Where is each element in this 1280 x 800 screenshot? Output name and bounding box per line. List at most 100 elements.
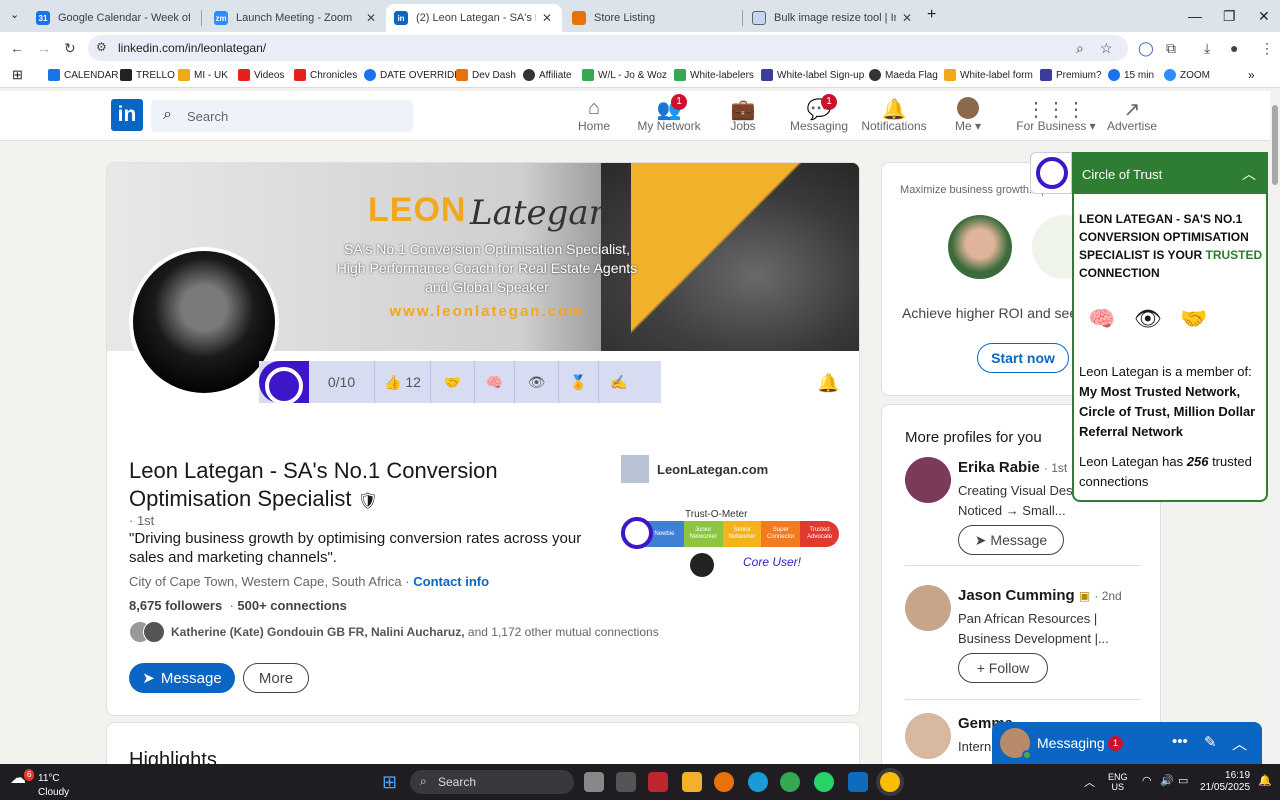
tab-search-icon[interactable]: ⌄ [10,8,19,21]
volume-icon[interactable]: 🔊 [1160,774,1174,787]
bookmark-calendar[interactable]: CALENDAR [48,69,118,81]
handshake-button[interactable]: 🤝 [431,361,475,403]
new-tab-icon[interactable]: + [927,6,936,24]
circle-of-trust-toggle-icon[interactable] [1030,152,1072,194]
minimize-icon[interactable]: — [1188,8,1202,24]
outlook-icon[interactable] [848,772,868,792]
task-view-icon[interactable] [584,772,604,792]
trust-score[interactable]: 0/10 [309,361,375,403]
message-button[interactable]: ➤ Message [129,663,235,693]
extensions-icon[interactable]: ⧉ [1166,40,1176,57]
nav-my-network[interactable]: 👥 1 My Network [629,94,709,133]
taskbar-search[interactable]: ⌕ Search [410,770,574,794]
file-explorer-icon[interactable] [682,772,702,792]
windows-start-icon[interactable]: ⊞ [382,772,397,793]
contact-info-link[interactable]: Contact info [413,574,489,589]
reload-icon[interactable]: ↻ [64,40,76,57]
follow-button[interactable]: + Follow [958,653,1048,683]
bookmark-star-icon[interactable]: ☆ [1100,40,1113,57]
thumbs-up-button[interactable]: 👍 12 [375,361,431,403]
close-tab-icon[interactable]: ✕ [366,11,376,25]
search-input[interactable]: ⌕ Search [151,100,413,132]
bookmark-maeda-flag[interactable]: Maeda Flag [869,69,938,81]
profile-avatar[interactable] [129,247,279,397]
head-button[interactable]: 🧠 [475,361,515,403]
nav-advertise[interactable]: ↗ Advertise [1092,97,1172,133]
messaging-overlay[interactable]: Messaging 1 ••• ✎ ︿ [992,722,1262,764]
address-bar[interactable]: ⚙ linkedin.com/in/leonlategan/ ⌕ ☆ [88,35,1128,61]
start-now-button[interactable]: Start now [977,343,1069,373]
system-clock[interactable]: 16:19 21/05/2025 [1200,770,1250,794]
bookmark-videos[interactable]: Videos [238,69,284,81]
bookmark-date-override[interactable]: DATE OVERRIDE [364,69,461,81]
tab-store-listing[interactable]: Store Listing [564,4,742,32]
compose-icon[interactable]: ✎ [1204,733,1217,751]
nav-notifications[interactable]: 🔔 Notifications [854,97,934,133]
bookmark-zoom[interactable]: ZOOM [1164,69,1210,81]
edge-icon[interactable] [748,772,768,792]
badge-button[interactable]: 🏅 [559,361,599,403]
battery-icon[interactable]: ▭ [1178,774,1188,787]
bookmark-white-label-signup[interactable]: White-label Sign-up [761,69,864,81]
menu-kebab-icon[interactable]: ⋮ [1260,40,1274,57]
app-icon[interactable] [648,772,668,792]
chevron-up-icon[interactable]: ︿ [1232,733,1247,754]
apps-grid-icon[interactable]: ⊞ [12,67,23,83]
tab-zoom[interactable]: zm Launch Meeting - Zoom ✕ [206,4,386,32]
close-tab-icon[interactable]: ✕ [542,11,552,25]
page-scrollbar[interactable] [1270,91,1280,764]
site-info-icon[interactable]: ⚙ [96,40,107,54]
more-button[interactable]: More [243,663,309,693]
circle-of-trust-logo-icon[interactable] [259,361,309,405]
firefox-icon[interactable] [714,772,734,792]
download-icon[interactable]: ⤓ [1204,40,1210,57]
profile-icon[interactable]: ● [1230,40,1238,56]
scrollbar-thumb[interactable] [1272,105,1278,185]
whatsapp-icon[interactable] [814,772,834,792]
company-link[interactable]: LeonLategan.com [621,455,768,483]
notification-bell-icon[interactable]: 🔔 [817,373,839,394]
app-icon[interactable] [616,772,636,792]
connections-count[interactable]: 500+ connections [237,598,346,613]
nav-messaging[interactable]: 💬 1 Messaging [779,94,859,133]
bookmark-dev-dash[interactable]: Dev Dash [456,69,516,81]
close-tab-icon[interactable]: ✕ [902,11,912,25]
tab-linkedin[interactable]: in (2) Leon Lategan - SA's No.1 Co ✕ [386,4,562,32]
bookmark-wl-jo-woz[interactable]: W/L - Jo & Woz [582,69,667,81]
bookmark-mi-uk[interactable]: MI - UK [178,69,228,81]
linkedin-logo-icon[interactable]: in [111,99,143,131]
bookmark-affiliate[interactable]: Affiliate [523,69,572,81]
chrome-icon[interactable] [780,772,800,792]
maximize-icon[interactable]: ❐ [1223,8,1236,25]
message-button[interactable]: ➤ Message [958,525,1064,555]
close-window-icon[interactable]: ✕ [1258,8,1270,25]
zoom-icon[interactable]: ⌕ [1076,40,1084,57]
bookmark-chronicles[interactable]: Chronicles [294,69,357,81]
nav-jobs[interactable]: 💼 Jobs [703,97,783,133]
chevron-up-icon[interactable]: ︿ [1242,164,1256,184]
eye-button[interactable]: 👁 [515,361,559,403]
chrome-active-icon[interactable] [880,772,900,792]
bookmark-trello[interactable]: TRELLO [120,69,175,81]
nav-for-business[interactable]: ⋮⋮⋮ For Business ▾ [1014,97,1098,133]
mutual-connections[interactable]: Katherine (Kate) Gondouin GB FR, Nalini … [129,621,659,643]
more-options-icon[interactable]: ••• [1172,733,1188,750]
back-icon[interactable]: ← [10,40,24,56]
language-indicator[interactable]: ENG US [1108,772,1128,792]
notification-icon[interactable]: 🔔 [1258,774,1272,787]
forward-icon[interactable]: → [37,40,51,56]
bookmark-white-label-form[interactable]: White-label form [944,69,1033,81]
bookmark-white-labelers[interactable]: White-labelers [674,69,754,81]
pen-button[interactable]: ✍ [599,361,639,403]
nav-home[interactable]: ⌂ Home [554,97,634,133]
followers-count[interactable]: 8,675 followers [129,598,222,613]
more-bookmarks-icon[interactable]: » [1248,68,1255,82]
tab-google-calendar[interactable]: 31 Google Calendar - Week of Ma [28,4,200,32]
tray-chevron-icon[interactable]: ︿ [1084,774,1095,790]
wifi-icon[interactable]: ◠ [1142,774,1152,787]
nav-me[interactable]: Me ▾ [928,97,1008,133]
extension-circle-icon[interactable]: ◯ [1138,40,1154,57]
bookmark-15-min[interactable]: 15 min [1108,69,1154,81]
tab-image-resize[interactable]: Bulk image resize tool | ImageR ✕ [744,4,922,32]
circle-of-trust-header[interactable]: Circle of Trust ︿ [1074,154,1266,194]
